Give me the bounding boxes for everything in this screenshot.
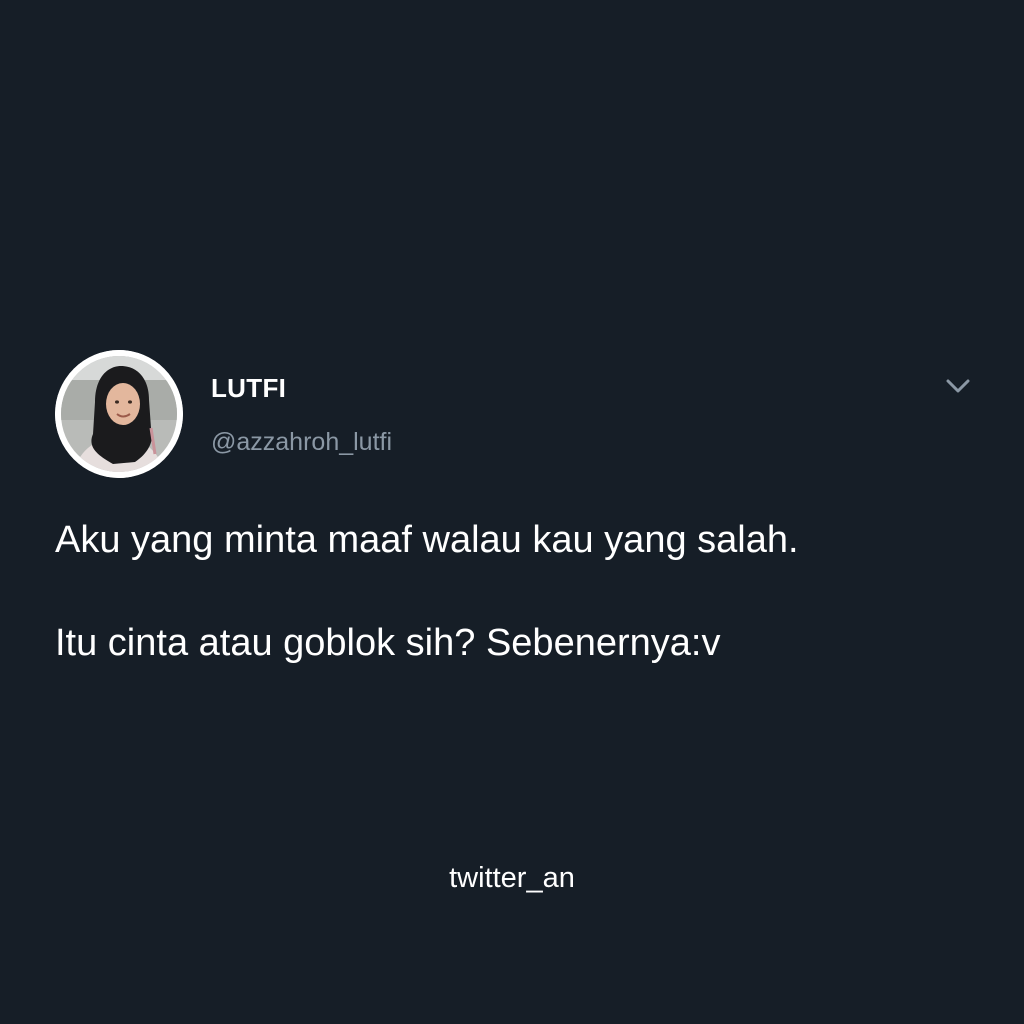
tweet-text-line: Aku yang minta maaf walau kau yang salah… <box>55 519 799 561</box>
author-display-name[interactable]: LUTFI <box>211 373 286 404</box>
chevron-down-icon[interactable] <box>942 372 974 400</box>
tweet-text-line: Itu cinta atau goblok sih? Sebenernya:v <box>55 622 721 664</box>
watermark: twitter_an <box>449 862 575 894</box>
author-handle[interactable]: @azzahroh_lutfi <box>211 428 392 457</box>
avatar-image <box>55 350 183 478</box>
tweet-screenshot: LUTFI @azzahroh_lutfi Aku yang minta maa… <box>0 0 1024 1024</box>
avatar[interactable] <box>55 350 183 478</box>
